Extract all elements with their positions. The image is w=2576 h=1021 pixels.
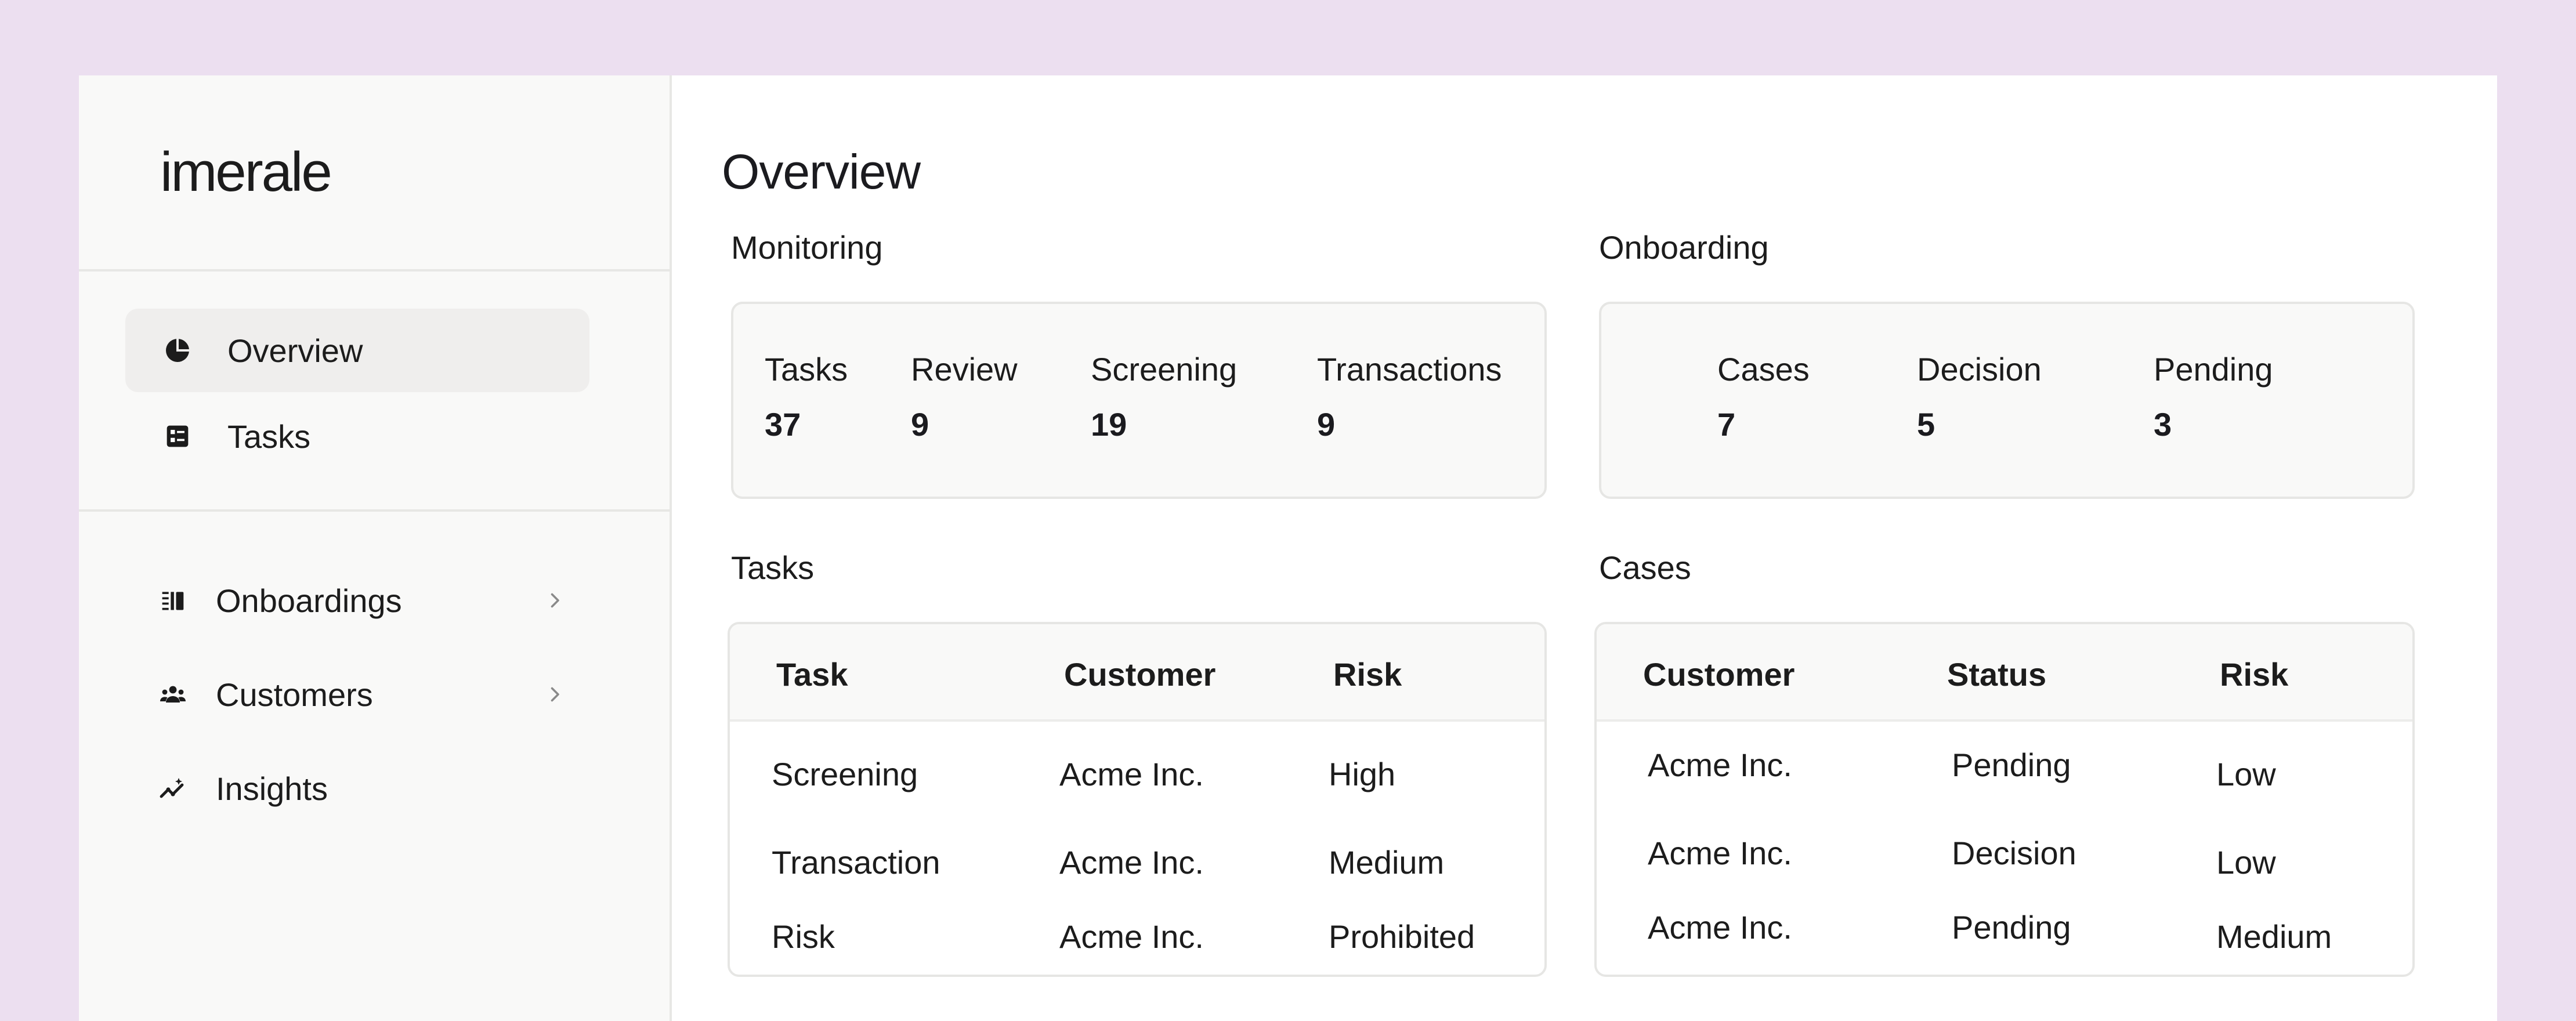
stat-label: Tasks bbox=[765, 351, 848, 388]
stat-value: 19 bbox=[1091, 406, 1127, 443]
cell-risk: High bbox=[1329, 756, 1396, 792]
column-header-customer[interactable]: Customer bbox=[1643, 656, 1794, 693]
cell-customer: Acme Inc. bbox=[1059, 756, 1204, 792]
stat-label: Decision bbox=[1917, 351, 2042, 388]
cell-customer: Acme Inc. bbox=[1648, 747, 1792, 783]
cell-task: Transaction bbox=[772, 844, 940, 881]
stat-screening[interactable]: Screening 19 bbox=[1091, 350, 1237, 443]
sidebar: imerale Overview Tasks Onboardings Custo… bbox=[79, 75, 672, 1021]
column-header-customer[interactable]: Customer bbox=[1064, 656, 1215, 693]
column-header-risk[interactable]: Risk bbox=[1333, 656, 1402, 693]
stat-label: Review bbox=[911, 351, 1018, 388]
cell-status: Pending bbox=[1952, 909, 2071, 946]
stat-value: 9 bbox=[911, 406, 929, 443]
table-header: Customer Status Risk bbox=[1597, 624, 2412, 722]
chevron-right-icon bbox=[543, 589, 566, 612]
tasks-table: Task Customer Risk Screening Acme Inc. H… bbox=[728, 622, 1547, 977]
stat-pending[interactable]: Pending 3 bbox=[2154, 350, 2273, 443]
stat-value: 7 bbox=[1717, 406, 1736, 443]
main-content: Overview Monitoring Tasks 37 Review 9 Sc… bbox=[672, 75, 2497, 1021]
pie-chart-icon bbox=[162, 335, 193, 365]
brand-name: imerale bbox=[160, 141, 332, 203]
chevron-right-icon bbox=[543, 683, 566, 706]
sidebar-item-insights[interactable]: Insights bbox=[125, 743, 589, 834]
column-header-task[interactable]: Task bbox=[776, 656, 848, 693]
customers-icon bbox=[158, 679, 188, 709]
stat-decision[interactable]: Decision 5 bbox=[1917, 350, 2042, 443]
sidebar-item-label: Tasks bbox=[227, 418, 311, 455]
cell-status: Decision bbox=[1952, 835, 2076, 871]
stat-cases[interactable]: Cases 7 bbox=[1717, 350, 1810, 443]
cases-table-title: Cases bbox=[1599, 549, 1691, 586]
sidebar-item-label: Insights bbox=[216, 770, 328, 807]
cell-customer: Acme Inc. bbox=[1059, 918, 1204, 955]
stat-label: Transactions bbox=[1317, 351, 1502, 388]
sidebar-item-label: Overview bbox=[227, 332, 363, 369]
stat-value: 37 bbox=[765, 406, 801, 443]
onboarding-card: Cases 7 Decision 5 Pending 3 bbox=[1599, 302, 2415, 499]
column-header-status[interactable]: Status bbox=[1947, 656, 2046, 693]
stat-transactions[interactable]: Transactions 9 bbox=[1317, 350, 1502, 443]
stat-label: Pending bbox=[2154, 351, 2273, 388]
column-header-risk[interactable]: Risk bbox=[2220, 656, 2288, 693]
cell-risk: Low bbox=[2216, 756, 2276, 792]
monitoring-card: Tasks 37 Review 9 Screening 19 Transacti… bbox=[731, 302, 1547, 499]
brand-logo: imerale bbox=[79, 75, 670, 271]
sidebar-item-label: Onboardings bbox=[216, 582, 402, 619]
stat-tasks[interactable]: Tasks 37 bbox=[765, 350, 848, 443]
cell-status: Pending bbox=[1952, 747, 2071, 783]
onboardings-icon bbox=[158, 585, 188, 616]
tasks-icon bbox=[162, 421, 193, 451]
sidebar-item-label: Customers bbox=[216, 676, 373, 713]
cell-risk: Prohibited bbox=[1329, 918, 1475, 955]
tasks-table-title: Tasks bbox=[731, 549, 815, 586]
app-window: imerale Overview Tasks Onboardings Custo… bbox=[79, 75, 2497, 1021]
sidebar-item-customers[interactable]: Customers bbox=[125, 649, 589, 740]
stat-label: Screening bbox=[1091, 351, 1238, 388]
monitoring-title: Monitoring bbox=[731, 229, 883, 266]
primary-nav: Overview Tasks bbox=[79, 271, 670, 509]
secondary-nav: Onboardings Customers Insights bbox=[79, 509, 670, 866]
sidebar-item-onboardings[interactable]: Onboardings bbox=[125, 555, 589, 646]
stat-label: Cases bbox=[1717, 351, 1810, 388]
stat-value: 9 bbox=[1317, 406, 1336, 443]
stat-value: 5 bbox=[1917, 406, 1935, 443]
sidebar-item-tasks[interactable]: Tasks bbox=[125, 394, 589, 478]
cell-customer: Acme Inc. bbox=[1648, 835, 1792, 871]
stat-value: 3 bbox=[2154, 406, 2172, 443]
cell-risk: Medium bbox=[2216, 918, 2332, 955]
stat-review[interactable]: Review 9 bbox=[911, 350, 1018, 443]
cases-table: Customer Status Risk Acme Inc. Pending L… bbox=[1594, 622, 2415, 977]
table-header: Task Customer Risk bbox=[730, 624, 1544, 722]
cell-risk: Medium bbox=[1329, 844, 1445, 881]
cell-risk: Low bbox=[2216, 844, 2276, 881]
page-title: Overview bbox=[722, 144, 921, 199]
cell-customer: Acme Inc. bbox=[1059, 844, 1204, 881]
cell-task: Screening bbox=[772, 756, 918, 792]
insights-icon bbox=[158, 773, 188, 803]
cell-task: Risk bbox=[772, 918, 835, 955]
sidebar-item-overview[interactable]: Overview bbox=[125, 309, 589, 392]
onboarding-title: Onboarding bbox=[1599, 229, 1769, 266]
cell-customer: Acme Inc. bbox=[1648, 909, 1792, 946]
